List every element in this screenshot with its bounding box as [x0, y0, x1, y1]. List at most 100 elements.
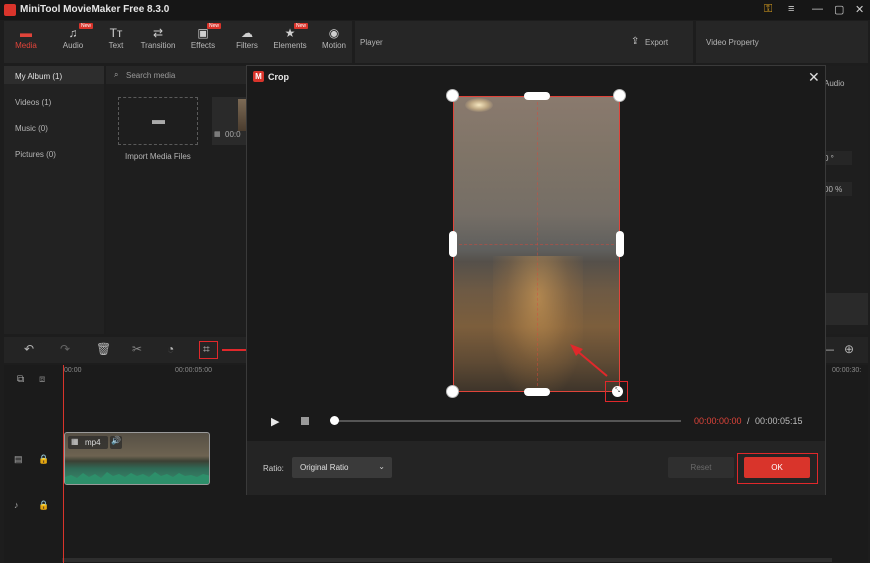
crop-handle-top-left[interactable] — [446, 89, 459, 102]
export-icon[interactable]: ⇪ — [631, 36, 639, 47]
tab-label: Media — [15, 41, 37, 50]
scale-value: 00 % — [824, 185, 843, 194]
app-title: MiniTool MovieMaker Free 8.3.0 — [20, 4, 170, 15]
sidebar-item-videos[interactable]: Videos (1) — [15, 98, 51, 107]
property-label: Video Property — [706, 38, 759, 47]
import-label: Import Media Files — [125, 152, 191, 161]
text-icon: Tт — [109, 26, 123, 40]
volume-icon[interactable]: 🔊 — [110, 436, 122, 449]
add-track-icon[interactable]: ⧉ — [17, 374, 24, 385]
tab-transition[interactable]: ⇄ Transition — [138, 25, 178, 50]
search-bar[interactable]: ⌕ Search media — [106, 66, 246, 84]
tab-audio-property[interactable]: Audio — [824, 79, 844, 88]
folder-icon: ▬ — [152, 112, 165, 127]
player-label: Player — [360, 38, 383, 47]
tab-elements[interactable]: ★ Elements New — [270, 23, 310, 50]
crop-handle-right[interactable] — [616, 231, 624, 257]
sidebar-item-music[interactable]: Music (0) — [15, 124, 48, 133]
tab-filters[interactable]: ☁ Filters — [227, 25, 267, 50]
tab-label: Filters — [236, 41, 258, 50]
media-thumbnail[interactable]: ▦ 00:0 — [212, 97, 246, 145]
audio-waveform — [65, 472, 209, 484]
timeline-scrollbar[interactable] — [62, 558, 832, 562]
tab-label: Audio — [62, 41, 84, 50]
property-header: Video Property — [696, 21, 868, 63]
new-badge: New — [207, 23, 222, 29]
total-time: 00:00:05:15 — [755, 416, 803, 426]
seek-handle[interactable] — [330, 416, 339, 425]
tab-label: Transition — [140, 41, 176, 50]
tab-effects[interactable]: ▣ Effects New — [183, 23, 223, 50]
crop-highlight-box — [199, 341, 218, 359]
current-time: 00:00:00:00 — [694, 416, 742, 426]
minimize-icon[interactable]: — — [812, 3, 823, 15]
export-button[interactable]: Export — [645, 38, 668, 47]
dialog-title: Crop — [268, 72, 289, 82]
scale-field[interactable]: 00 % — [824, 182, 852, 196]
search-icon: ⌕ — [114, 70, 119, 79]
annotation-arrow — [570, 344, 608, 377]
split-icon[interactable]: ✂ — [132, 342, 142, 356]
speed-icon[interactable]: ◔ — [167, 342, 174, 356]
app-logo-icon: M — [253, 71, 264, 82]
ruler-tick: 00:00:30: — [832, 367, 862, 374]
film-icon: ▦ — [214, 131, 221, 138]
tab-motion[interactable]: ◉ Motion — [314, 25, 354, 50]
ratio-label: Ratio: — [263, 464, 284, 473]
search-input[interactable]: Search media — [126, 71, 175, 80]
undo-icon[interactable]: ↶ — [24, 342, 34, 356]
ok-highlight-box — [737, 453, 818, 484]
ruler-tick: 00:00:05:00 — [175, 367, 212, 374]
tab-text[interactable]: Tт Text — [96, 25, 136, 50]
lock-icon[interactable]: 🔒 — [38, 500, 49, 511]
transition-icon: ⇄ — [152, 26, 164, 40]
clip-name: mp4 — [85, 438, 101, 447]
play-button[interactable]: ▶ — [271, 415, 279, 428]
redo-icon[interactable]: ↷ — [60, 342, 70, 356]
zoom-in-icon[interactable]: ⊕ — [844, 342, 854, 356]
seek-bar[interactable] — [333, 420, 681, 422]
motion-icon: ◉ — [328, 26, 340, 40]
ratio-select[interactable]: Original Ratio ⌄ — [292, 457, 392, 478]
crop-handle-bottom-left[interactable] — [446, 385, 459, 398]
lock-icon[interactable]: 🔒 — [38, 454, 49, 465]
key-icon[interactable]: ⚿ — [764, 3, 772, 16]
filters-icon: ☁ — [241, 26, 253, 40]
property-panel: Audio 0 ° 00 % — [824, 66, 868, 334]
crop-handle-left[interactable] — [449, 231, 457, 257]
folder-icon: ▬ — [20, 26, 32, 40]
album-sidebar: My Album (1) Videos (1) Music (0) Pictur… — [4, 66, 104, 334]
ratio-value: Original Ratio — [300, 463, 349, 472]
tab-media[interactable]: ▬ Media — [6, 25, 46, 50]
tab-label: Motion — [321, 41, 346, 50]
clip-label-box: ▦ mp4 — [68, 436, 108, 449]
crop-handle-top-right[interactable] — [613, 89, 626, 102]
import-media-button[interactable]: ▬ — [118, 97, 198, 145]
time-separator: / — [747, 416, 750, 426]
crop-handle-bottom[interactable] — [524, 388, 550, 396]
close-icon[interactable]: ✕ — [808, 69, 820, 86]
app-window: MiniTool MovieMaker Free 8.3.0 ⚿ ≡ — ▢ ✕… — [0, 0, 870, 563]
sidebar-item-pictures[interactable]: Pictures (0) — [15, 150, 56, 159]
close-window-icon[interactable]: ✕ — [855, 3, 864, 16]
menu-icon[interactable]: ≡ — [788, 3, 794, 15]
rotate-field[interactable]: 0 ° — [824, 151, 852, 165]
tab-label: Effects — [190, 41, 216, 50]
copy-track-icon[interactable]: ⧈ — [39, 374, 45, 385]
property-button[interactable] — [824, 293, 868, 325]
reset-button[interactable]: Reset — [668, 457, 734, 478]
crop-dialog: M Crop ✕ ⤡ ▶ 00:00:00:00 / 00:00:05:15 R… — [246, 65, 826, 495]
tab-label: Text — [108, 41, 124, 50]
sidebar-item-my-album[interactable]: My Album (1) — [15, 72, 62, 81]
title-bar: MiniTool MovieMaker Free 8.3.0 ⚿ ≡ — ▢ ✕ — [0, 0, 870, 20]
tab-audio[interactable]: ♫ Audio New — [53, 23, 94, 50]
crop-handle-top[interactable] — [524, 92, 550, 100]
delete-icon[interactable]: 🗑 — [96, 342, 111, 356]
video-clip[interactable]: ▦ mp4 🔊 — [64, 432, 210, 485]
clip-duration: 00:0 — [225, 130, 241, 139]
tab-label: Elements — [273, 41, 307, 50]
crop-grid-line — [454, 244, 619, 245]
stop-button[interactable] — [301, 417, 309, 425]
maximize-icon[interactable]: ▢ — [834, 3, 844, 16]
dialog-header: M Crop ✕ — [247, 66, 825, 88]
